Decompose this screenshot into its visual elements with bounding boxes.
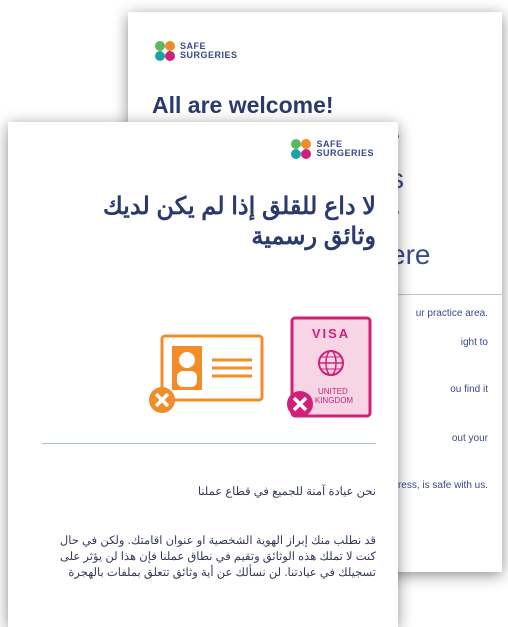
logo-line2: SURGERIES — [180, 50, 238, 60]
visa-label: VISA — [312, 326, 350, 341]
safe-surgeries-logo: SAFE SURGERIES — [154, 40, 238, 62]
english-body-text: ight to — [460, 337, 488, 348]
english-body-text: ou find it — [450, 384, 488, 395]
orange-cross-icon — [149, 387, 175, 413]
documents-illustration: VISA UNITED KINGDOM — [149, 316, 372, 418]
english-body-text: out your — [451, 433, 488, 444]
arabic-paragraph-2: قد نطلب منك إبراز الهوية الشخصية او عنوا… — [59, 535, 376, 579]
safe-surgeries-logo: SAFE SURGERIES — [290, 138, 374, 160]
arabic-title: لا داع للقلق إذا لم يكن لديك وثائق رسمية — [102, 193, 376, 250]
logo-line2: SURGERIES — [316, 148, 374, 158]
visa-country: UNITED KINGDOM — [315, 387, 354, 405]
divider — [42, 443, 376, 444]
english-body-text: ur practice area. — [415, 308, 488, 319]
magenta-cross-icon — [287, 391, 313, 417]
logo-mark-icon — [155, 41, 175, 61]
logo-mark-icon — [291, 139, 312, 159]
id-card-icon — [160, 334, 264, 402]
english-title: All are welcome! — [152, 92, 334, 118]
arabic-leaflet-card: SAFE SURGERIES لا داع للقلق إذا لم يكن ل… — [8, 122, 398, 627]
arabic-paragraph-1: نحن عيادة آمنة للجميع في قطاع عملنا — [197, 486, 376, 498]
